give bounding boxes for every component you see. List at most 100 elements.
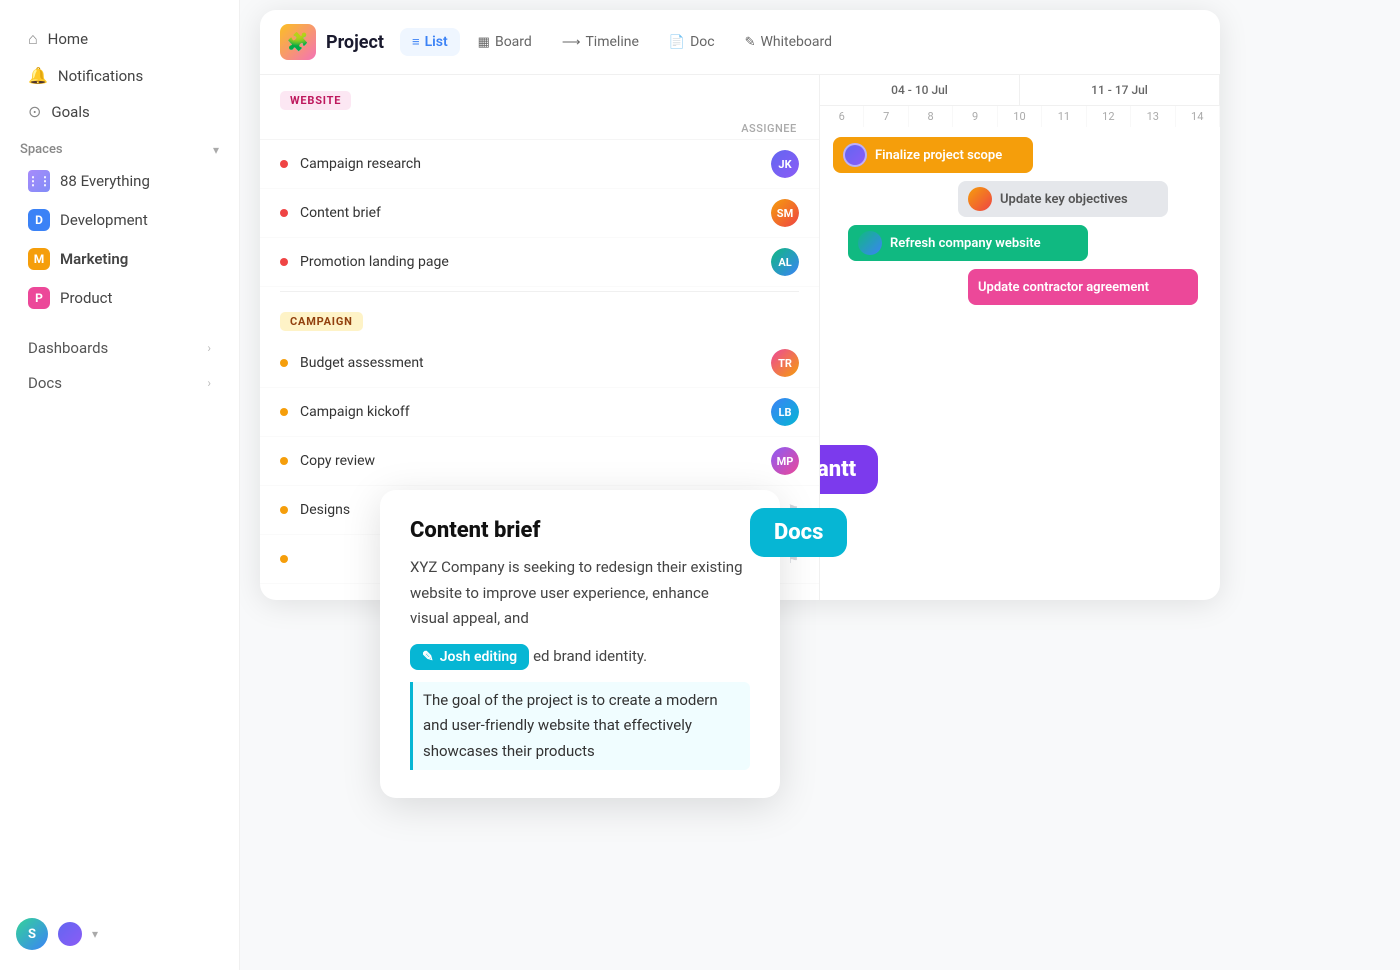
user-area: S ▾ bbox=[0, 918, 239, 950]
josh-editing-badge: ✎ Josh editing bbox=[410, 644, 529, 670]
task-name5: Campaign kickoff bbox=[300, 404, 771, 420]
gantt-day-8: 8 bbox=[909, 106, 953, 127]
bell-icon: 🔔 bbox=[28, 66, 48, 85]
spaces-section: Spaces ▾ bbox=[0, 130, 239, 161]
home-icon: ⌂ bbox=[28, 29, 38, 49]
gantt-day-10: 10 bbox=[998, 106, 1042, 127]
gantt-bar-update-label: Update key objectives bbox=[1000, 192, 1128, 207]
gantt-panel: 04 - 10 Jul 11 - 17 Jul 6 7 8 9 10 11 12… bbox=[820, 75, 1220, 600]
user-chevron-icon: ▾ bbox=[92, 927, 98, 941]
sidebar-item-notifications[interactable]: 🔔 Notifications bbox=[8, 58, 231, 93]
tab-list[interactable]: ≡ List bbox=[400, 28, 460, 56]
chevron-right-icon: › bbox=[207, 341, 211, 355]
development-icon: D bbox=[28, 209, 50, 231]
project-icon: 🧩 bbox=[280, 24, 316, 60]
task-avatar5: LB bbox=[771, 398, 799, 426]
gantt-week2: 11 - 17 Jul bbox=[1020, 75, 1220, 105]
sidebar-home-label: Home bbox=[48, 30, 88, 48]
gantt-body: Finalize project scope Update key object… bbox=[820, 127, 1220, 323]
gantt-bar-contractor[interactable]: Update contractor agreement bbox=[968, 269, 1198, 305]
sidebar-item-marketing[interactable]: M Marketing bbox=[8, 240, 231, 278]
sidebar-marketing-label: Marketing bbox=[60, 250, 128, 268]
gantt-day-6: 6 bbox=[820, 106, 864, 127]
website-group-header: WEBSITE bbox=[260, 75, 819, 118]
gantt-bar-finalize[interactable]: Finalize project scope bbox=[833, 137, 1033, 173]
gantt-day-7: 7 bbox=[864, 106, 908, 127]
marketing-icon: M bbox=[28, 248, 50, 270]
everything-icon: ⋮⋮ bbox=[28, 170, 50, 192]
tab-doc[interactable]: 📄 Doc bbox=[657, 28, 727, 56]
gantt-bar-refresh-label: Refresh company website bbox=[890, 236, 1041, 251]
tab-timeline[interactable]: ⟶ Timeline bbox=[550, 28, 651, 56]
chevron-right-icon-docs: › bbox=[207, 376, 211, 390]
task-name2: Content brief bbox=[300, 205, 771, 221]
task-row-promotion[interactable]: Promotion landing page AL bbox=[260, 238, 819, 287]
gantt-header: 04 - 10 Jul 11 - 17 Jul bbox=[820, 75, 1220, 106]
sidebar-development-label: Development bbox=[60, 211, 148, 229]
docs-tooltip: Docs bbox=[750, 508, 847, 557]
task-name4: Budget assessment bbox=[300, 355, 771, 371]
gantt-bar-contractor-label: Update contractor agreement bbox=[978, 280, 1149, 295]
pencil-icon: ✎ bbox=[422, 649, 434, 665]
sidebar: ⌂ Home 🔔 Notifications ⊙ Goals Spaces ▾ … bbox=[0, 0, 240, 970]
gantt-day-9: 9 bbox=[953, 106, 997, 127]
docs-title: Content brief bbox=[410, 518, 750, 543]
task-dot-red bbox=[280, 160, 288, 168]
task-row-content-brief[interactable]: Content brief SM bbox=[260, 189, 819, 238]
chevron-down-icon: ▾ bbox=[213, 143, 219, 157]
task-avatar3: AL bbox=[771, 248, 799, 276]
task-name: Campaign research bbox=[300, 156, 771, 172]
docs-label: Docs bbox=[28, 374, 197, 392]
product-icon: P bbox=[28, 287, 50, 309]
task-row-budget[interactable]: Budget assessment TR bbox=[260, 339, 819, 388]
docs-tooltip-label: Docs bbox=[774, 520, 823, 545]
task-row-copy-review[interactable]: Copy review MP bbox=[260, 437, 819, 486]
gantt-week1: 04 - 10 Jul bbox=[820, 75, 1020, 105]
task-avatar4: TR bbox=[771, 349, 799, 377]
task-row-campaign-kickoff[interactable]: Campaign kickoff LB bbox=[260, 388, 819, 437]
sidebar-item-home[interactable]: ⌂ Home bbox=[8, 21, 231, 57]
trophy-icon: ⊙ bbox=[28, 102, 41, 121]
sidebar-everything-label: 88 Everything bbox=[60, 172, 150, 190]
gantt-day-14: 14 bbox=[1176, 106, 1220, 127]
timeline-icon: ⟶ bbox=[562, 35, 581, 50]
task-dot-red2 bbox=[280, 209, 288, 217]
doc-icon: 📄 bbox=[669, 35, 685, 50]
gantt-tooltip: Gantt bbox=[820, 445, 878, 494]
tab-board[interactable]: ▦ Board bbox=[466, 28, 544, 56]
task-dot-yellow bbox=[280, 359, 288, 367]
spaces-label: Spaces bbox=[20, 142, 63, 157]
avatar-user1 bbox=[56, 920, 84, 948]
task-dot-red3 bbox=[280, 258, 288, 266]
gantt-day-12: 12 bbox=[1087, 106, 1131, 127]
josh-editing-label: Josh editing bbox=[440, 649, 517, 665]
gantt-days: 6 7 8 9 10 11 12 13 14 bbox=[820, 106, 1220, 127]
task-avatar2: SM bbox=[771, 199, 799, 227]
website-badge: WEBSITE bbox=[280, 91, 351, 110]
sidebar-item-development[interactable]: D Development bbox=[8, 201, 231, 239]
task-name6: Copy review bbox=[300, 453, 771, 469]
gantt-bar-update[interactable]: Update key objectives bbox=[958, 181, 1168, 217]
user-avatar-s: S bbox=[16, 918, 48, 950]
campaign-badge: CAMPAIGN bbox=[280, 312, 363, 331]
sidebar-product-label: Product bbox=[60, 289, 112, 307]
sidebar-item-product[interactable]: P Product bbox=[8, 279, 231, 317]
tab-whiteboard[interactable]: ✎ Whiteboard bbox=[733, 28, 844, 56]
gantt-bar-finalize-label: Finalize project scope bbox=[875, 148, 1002, 163]
gantt-bar-refresh[interactable]: Refresh company website bbox=[848, 225, 1088, 261]
gantt-day-13: 13 bbox=[1131, 106, 1175, 127]
task-row-campaign-research[interactable]: Campaign research JK bbox=[260, 140, 819, 189]
task-name3: Promotion landing page bbox=[300, 254, 771, 270]
sidebar-item-goals[interactable]: ⊙ Goals bbox=[8, 94, 231, 129]
gantt-day-11: 11 bbox=[1042, 106, 1086, 127]
task-dot-yellow4 bbox=[280, 506, 288, 514]
sidebar-item-dashboards[interactable]: Dashboards › bbox=[8, 331, 231, 365]
sidebar-item-everything[interactable]: ⋮⋮ 88 Everything bbox=[8, 162, 231, 200]
docs-middle-text: ed brand identity. bbox=[533, 647, 647, 665]
board-icon: ▦ bbox=[478, 35, 490, 50]
divider bbox=[280, 291, 799, 292]
docs-card: Content brief XYZ Company is seeking to … bbox=[380, 490, 780, 798]
docs-goal-text: The goal of the project is to create a m… bbox=[410, 682, 750, 771]
main-area: 🧩 Project ≡ List ▦ Board ⟶ Timeline 📄 Do… bbox=[240, 0, 1400, 970]
sidebar-item-docs[interactable]: Docs › bbox=[8, 366, 231, 400]
